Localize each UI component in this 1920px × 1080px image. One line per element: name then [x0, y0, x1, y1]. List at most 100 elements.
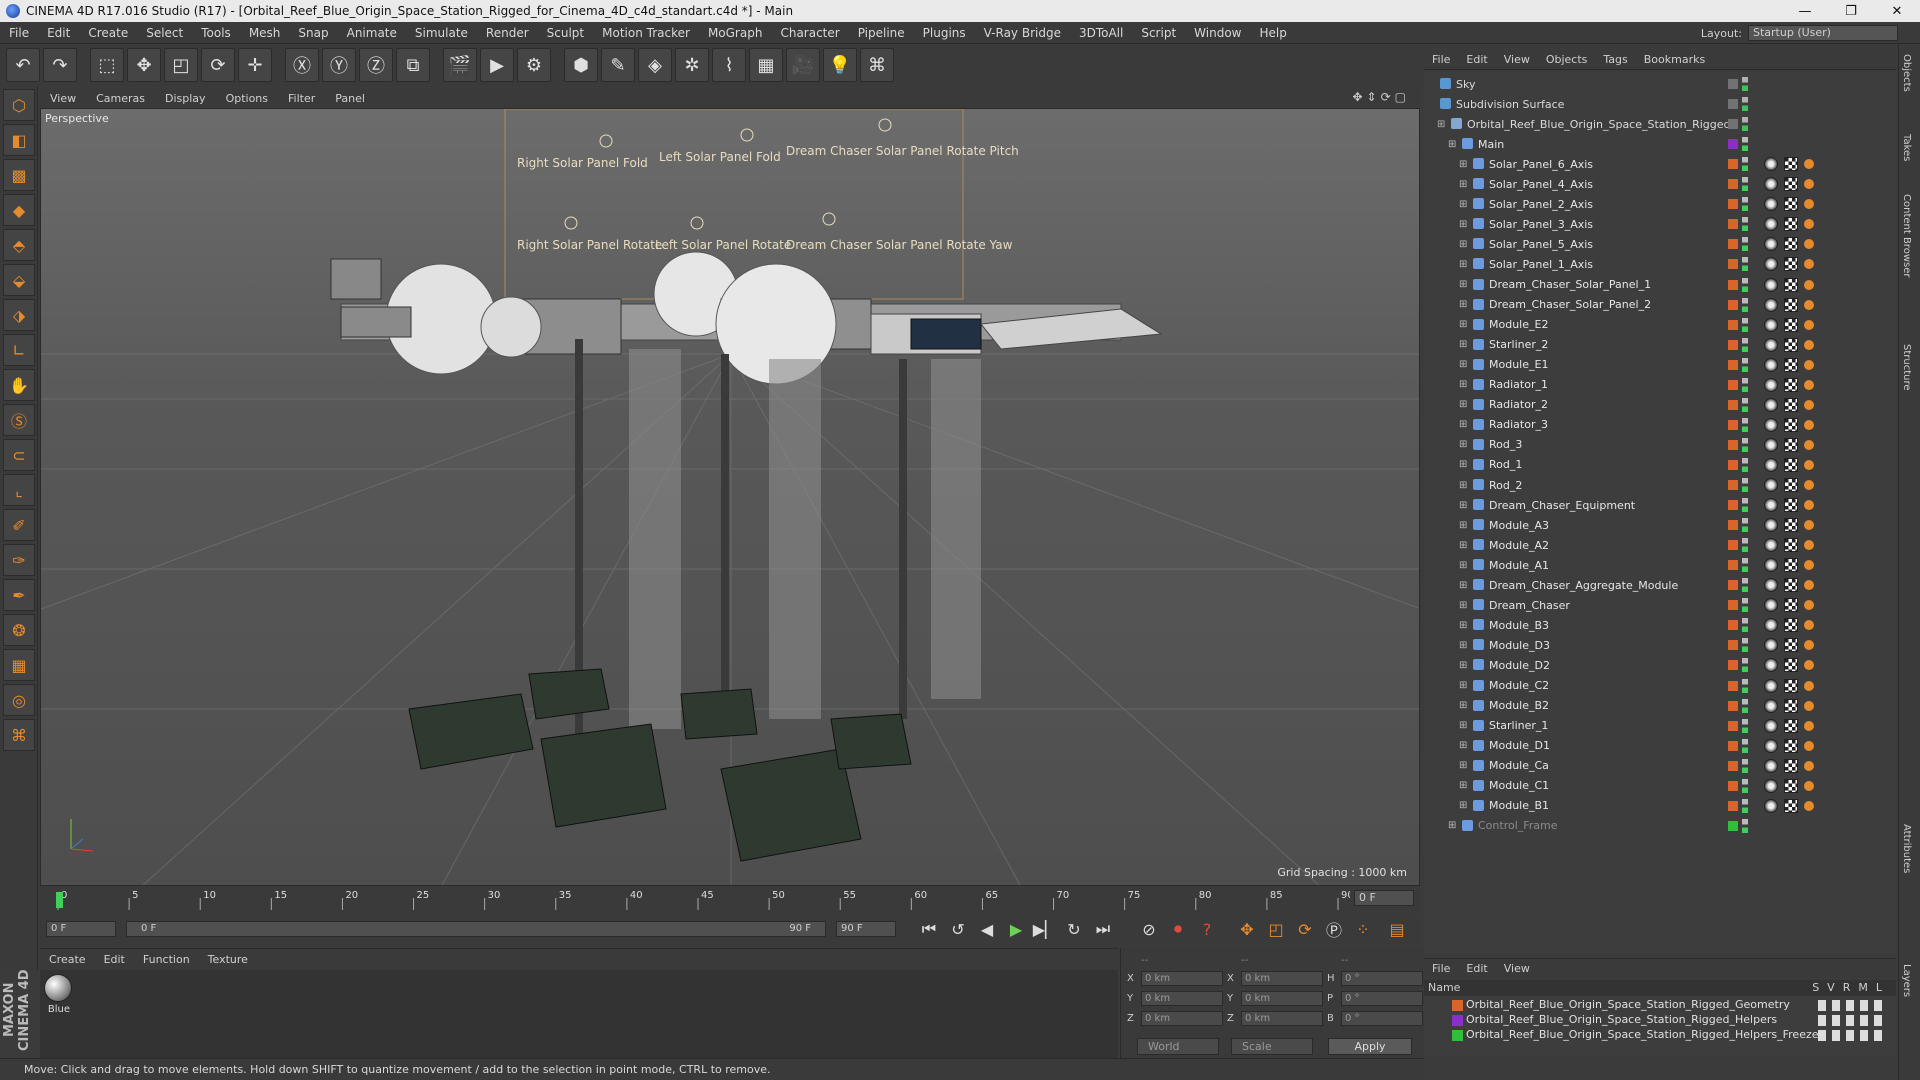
- expand-toggle-icon[interactable]: ⊞: [1459, 339, 1467, 350]
- cloner-icon[interactable]: ✲: [675, 48, 709, 82]
- visibility-toggle-icon[interactable]: [1742, 457, 1748, 472]
- visibility-toggle-icon[interactable]: [1742, 297, 1748, 312]
- menu-mesh[interactable]: Mesh: [240, 26, 290, 40]
- key-rotation-icon[interactable]: ⟳: [1292, 917, 1318, 941]
- edges-mode-icon[interactable]: ⬙: [3, 264, 35, 296]
- texture-tag-icon[interactable]: [1784, 317, 1798, 332]
- snap-icon[interactable]: Ⓢ: [3, 404, 35, 436]
- layer-menu-file[interactable]: File: [1424, 962, 1458, 975]
- texture-tag-icon[interactable]: [1784, 177, 1798, 192]
- expand-toggle-icon[interactable]: ⊞: [1459, 199, 1467, 210]
- object-name[interactable]: Solar_Panel_5_Axis: [1489, 238, 1593, 251]
- previous-key-icon[interactable]: ↺: [945, 917, 971, 941]
- layer-row[interactable]: Orbital_Reef_Blue_Origin_Space_Station_R…: [1424, 1013, 1896, 1028]
- expand-toggle-icon[interactable]: ⊞: [1437, 119, 1445, 130]
- soft-selection-icon[interactable]: ◎: [3, 684, 35, 716]
- material-tag-icon[interactable]: [1764, 197, 1778, 212]
- material-tag-icon[interactable]: [1764, 478, 1778, 492]
- layer-color-swatch[interactable]: [1728, 399, 1738, 410]
- expand-toggle-icon[interactable]: ⊞: [1448, 820, 1456, 831]
- layer-color-swatch[interactable]: [1728, 299, 1738, 310]
- object-name[interactable]: Solar_Panel_6_Axis: [1489, 158, 1593, 171]
- object-row[interactable]: ⊞ Solar_Panel_4_Axis: [1424, 174, 1896, 194]
- layer-menu-edit[interactable]: Edit: [1458, 962, 1495, 975]
- texture-tag-icon[interactable]: [1784, 738, 1798, 753]
- texture-tag-icon[interactable]: [1784, 578, 1798, 593]
- texture-tag-icon[interactable]: [1784, 337, 1798, 352]
- size-z-field[interactable]: 0 km: [1241, 1010, 1323, 1026]
- menu-snap[interactable]: Snap: [289, 26, 337, 40]
- texture-tag-icon[interactable]: [1784, 217, 1798, 232]
- light-icon[interactable]: 💡: [823, 48, 857, 82]
- material-tag-icon[interactable]: [1764, 658, 1778, 673]
- expand-toggle-icon[interactable]: ⊞: [1459, 379, 1467, 390]
- space-station-model[interactable]: [330, 251, 1163, 862]
- key-position-icon[interactable]: ✥: [1234, 917, 1260, 941]
- visibility-toggle-icon[interactable]: [1742, 818, 1748, 833]
- expand-toggle-icon[interactable]: ⊞: [1459, 419, 1467, 430]
- layer-color-swatch[interactable]: [1728, 419, 1738, 430]
- selection-tag-icon[interactable]: [1804, 560, 1814, 571]
- visibility-toggle-icon[interactable]: [1742, 357, 1748, 372]
- visibility-toggle-icon[interactable]: [1742, 718, 1748, 733]
- object-row[interactable]: ⊞ Rod_3: [1424, 435, 1896, 455]
- selection-tag-icon[interactable]: [1804, 540, 1814, 551]
- layer-color-swatch[interactable]: [1728, 379, 1738, 390]
- menu-sculpt[interactable]: Sculpt: [538, 26, 593, 40]
- texture-tag-icon[interactable]: [1784, 457, 1798, 472]
- menu-create[interactable]: Create: [79, 26, 137, 40]
- layer-row[interactable]: Orbital_Reef_Blue_Origin_Space_Station_R…: [1424, 1028, 1896, 1043]
- object-name[interactable]: Radiator_2: [1489, 398, 1548, 411]
- object-row[interactable]: ⊞ Solar_Panel_3_Axis: [1424, 214, 1896, 234]
- grid-snap-icon[interactable]: ▦: [3, 649, 35, 681]
- expand-toggle-icon[interactable]: ⊞: [1459, 359, 1467, 370]
- material-tag-icon[interactable]: [1764, 417, 1778, 432]
- axis-tool-icon[interactable]: ✛: [238, 48, 272, 82]
- selection-tag-icon[interactable]: [1804, 419, 1814, 430]
- material-tag-icon[interactable]: [1764, 317, 1778, 332]
- selection-tag-icon[interactable]: [1804, 339, 1814, 350]
- object-row[interactable]: ⊞ Module_E2: [1424, 315, 1896, 335]
- selection-tag-icon[interactable]: [1804, 239, 1814, 250]
- expand-toggle-icon[interactable]: ⊞: [1459, 480, 1467, 491]
- pen-spline-icon[interactable]: ✎: [601, 48, 635, 82]
- texture-tag-icon[interactable]: [1784, 498, 1798, 513]
- viewport-menu-filter[interactable]: Filter: [278, 92, 325, 105]
- go-to-end-icon[interactable]: ⏭: [1090, 917, 1116, 941]
- menu-script[interactable]: Script: [1132, 26, 1185, 40]
- coord-size-mode-dropdown[interactable]: Scale: [1231, 1038, 1313, 1055]
- texture-tag-icon[interactable]: [1784, 538, 1798, 553]
- expand-toggle-icon[interactable]: ⊞: [1459, 159, 1467, 170]
- timeline-ticks[interactable]: 051015202530354045505560657075808590: [50, 888, 1350, 910]
- material-tag-icon[interactable]: [1764, 798, 1778, 813]
- visibility-toggle-icon[interactable]: [1742, 778, 1748, 793]
- material-tag-icon[interactable]: [1764, 518, 1778, 533]
- viewport-menu-display[interactable]: Display: [155, 92, 216, 105]
- object-name[interactable]: Subdivision Surface: [1456, 98, 1564, 111]
- object-row[interactable]: ⊞ Module_A1: [1424, 555, 1896, 575]
- texture-tag-icon[interactable]: [1784, 598, 1798, 613]
- object-row[interactable]: ⊞ Module_D1: [1424, 736, 1896, 756]
- layer-name[interactable]: Orbital_Reef_Blue_Origin_Space_Station_R…: [1466, 1013, 1777, 1026]
- object-row[interactable]: ⊞ Module_C2: [1424, 676, 1896, 696]
- layer-color-swatch[interactable]: [1728, 259, 1738, 270]
- object-row[interactable]: ⊞ Radiator_1: [1424, 375, 1896, 395]
- expand-toggle-icon[interactable]: ⊞: [1459, 600, 1467, 611]
- layer-color-swatch[interactable]: [1728, 159, 1738, 170]
- object-row[interactable]: ⊞ Module_B1: [1424, 796, 1896, 816]
- object-name[interactable]: Solar_Panel_2_Axis: [1489, 198, 1593, 211]
- expand-toggle-icon[interactable]: ⊞: [1459, 500, 1467, 511]
- object-name[interactable]: Radiator_1: [1489, 378, 1548, 391]
- visibility-toggle-icon[interactable]: [1742, 197, 1748, 212]
- layer-flags[interactable]: [1818, 1030, 1888, 1041]
- menu-v-ray-bridge[interactable]: V-Ray Bridge: [975, 26, 1070, 40]
- menu-motion-tracker[interactable]: Motion Tracker: [593, 26, 699, 40]
- object-row[interactable]: ⊞ Rod_1: [1424, 455, 1896, 475]
- object-name[interactable]: Dream_Chaser: [1489, 599, 1570, 612]
- expand-toggle-icon[interactable]: ⊞: [1459, 259, 1467, 270]
- visibility-toggle-icon[interactable]: [1742, 177, 1748, 192]
- scale-tool-icon[interactable]: ◰: [164, 48, 198, 82]
- layer-color-swatch[interactable]: [1728, 179, 1738, 190]
- material-tag-icon[interactable]: [1764, 257, 1778, 272]
- material-tag-icon[interactable]: [1764, 598, 1778, 613]
